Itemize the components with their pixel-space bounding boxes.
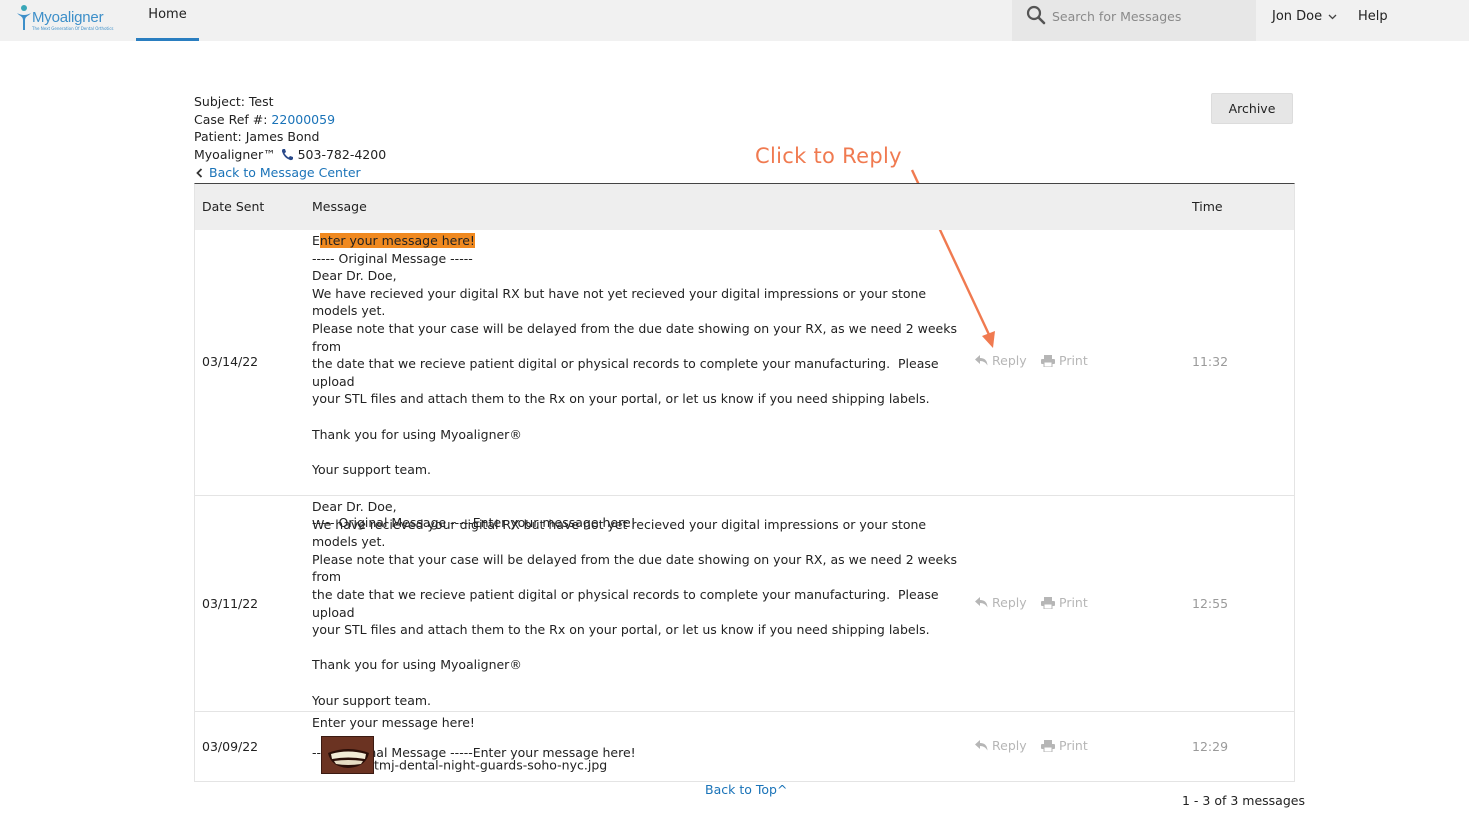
nav-tab-home-label: Home bbox=[148, 6, 187, 22]
print-button[interactable]: Print bbox=[1041, 353, 1088, 368]
reply-button[interactable]: Reply bbox=[975, 738, 1027, 753]
archive-button[interactable]: Archive bbox=[1211, 93, 1293, 124]
back-to-top-link[interactable]: Back to Top^ bbox=[705, 782, 787, 797]
row-time: 12:55 bbox=[1192, 596, 1229, 611]
table-row[interactable]: 03/14/22 Enter your message here! ----- … bbox=[195, 230, 1294, 530]
company-name: Myoaligner™ bbox=[194, 146, 276, 162]
chevron-left-icon bbox=[196, 167, 203, 178]
search-box bbox=[1012, 0, 1256, 41]
logo-wordmark: Myoaligner bbox=[32, 9, 104, 26]
row-date: 03/14/22 bbox=[202, 354, 259, 369]
search-input[interactable] bbox=[1052, 6, 1242, 26]
case-ref-line: Case Ref #: 22000059 bbox=[194, 111, 386, 129]
print-button[interactable]: Print bbox=[1041, 595, 1088, 610]
message-text: ----- Original Message ----- Dear Dr. Do… bbox=[312, 250, 957, 530]
reply-icon bbox=[975, 355, 988, 366]
help-link[interactable]: Help bbox=[1358, 9, 1388, 24]
attachment[interactable]: tmj-dental-night-guards-soho-nyc.jpg bbox=[312, 735, 962, 774]
user-menu[interactable]: Jon Doe bbox=[1272, 9, 1337, 24]
nav-tab-home[interactable]: Home bbox=[136, 0, 199, 41]
print-button[interactable]: Print bbox=[1041, 738, 1088, 753]
message-first-letter: E bbox=[312, 233, 320, 248]
pagination-summary: 1 - 3 of 3 messages bbox=[1182, 793, 1305, 808]
print-label: Print bbox=[1059, 353, 1088, 368]
smile-photo-icon bbox=[322, 736, 373, 773]
attachment-thumbnail[interactable] bbox=[321, 735, 374, 774]
table-row[interactable]: 03/11/22 Dear Dr. Doe, We have recieved … bbox=[195, 496, 1294, 760]
print-label: Print bbox=[1059, 738, 1088, 753]
case-ref-link[interactable]: 22000059 bbox=[271, 112, 335, 127]
phone-icon bbox=[281, 148, 293, 160]
company-phone-line: Myoaligner™ 503-782-4200 bbox=[194, 146, 386, 164]
chevron-down-icon bbox=[1328, 14, 1337, 19]
message-text: Enter your message here! bbox=[312, 715, 475, 730]
row-time: 11:32 bbox=[1192, 354, 1229, 369]
case-ref-label: Case Ref #: bbox=[194, 111, 272, 127]
row-date: 03/11/22 bbox=[202, 596, 259, 611]
patient-line: Patient: James Bond bbox=[194, 129, 320, 144]
reply-button[interactable]: Reply bbox=[975, 353, 1027, 368]
message-body: Enter your message here! ----- Original … bbox=[312, 232, 962, 531]
table-row[interactable]: 03/09/22 Enter your message here! tmj-de… bbox=[195, 712, 1294, 782]
subject-line: Subject: Test bbox=[194, 94, 274, 109]
search-icon[interactable] bbox=[1026, 5, 1046, 25]
table-header: Date Sent Message Time bbox=[195, 184, 1294, 230]
column-header-message: Message bbox=[312, 199, 367, 214]
row-date: 03/09/22 bbox=[202, 739, 259, 754]
reply-icon bbox=[975, 740, 988, 751]
row-message: Enter your message here! tmj-dental-nigh… bbox=[312, 714, 962, 774]
myoaligner-logo[interactable]: Myoaligner The Next Generation Of Dental… bbox=[16, 2, 114, 34]
print-icon bbox=[1041, 354, 1055, 367]
reply-label: Reply bbox=[992, 353, 1027, 368]
phone-number: 503-782-4200 bbox=[297, 146, 387, 162]
reply-icon bbox=[975, 597, 988, 608]
print-label: Print bbox=[1059, 595, 1088, 610]
reply-label: Reply bbox=[992, 738, 1027, 753]
highlighted-text: nter your message here! bbox=[319, 233, 475, 248]
user-name: Jon Doe bbox=[1272, 9, 1323, 24]
reply-button[interactable]: Reply bbox=[975, 595, 1027, 610]
messages-table: Date Sent Message Time 03/14/22 Enter yo… bbox=[194, 183, 1295, 782]
print-icon bbox=[1041, 739, 1055, 752]
reply-label: Reply bbox=[992, 595, 1027, 610]
row-message: Enter your message here! ----- Original … bbox=[312, 232, 962, 531]
message-info: Subject: Test Case Ref #: 22000059 Patie… bbox=[194, 93, 386, 163]
back-to-message-center-label: Back to Message Center bbox=[209, 165, 361, 180]
back-to-message-center-link[interactable]: Back to Message Center bbox=[196, 165, 361, 180]
top-navigation-bar: Myoaligner The Next Generation Of Dental… bbox=[0, 0, 1469, 41]
row-time: 12:29 bbox=[1192, 739, 1229, 754]
back-to-top-label: Back to Top bbox=[705, 782, 777, 797]
attachment-filename[interactable]: tmj-dental-night-guards-soho-nyc.jpg bbox=[374, 757, 607, 772]
column-header-date-sent: Date Sent bbox=[202, 199, 265, 214]
logo-tagline: The Next Generation Of Dental Orthotics bbox=[32, 26, 114, 31]
logo-figure-icon bbox=[17, 5, 31, 30]
click-to-reply-annotation: Click to Reply bbox=[755, 144, 902, 168]
caret-up-icon: ^ bbox=[776, 782, 788, 797]
column-header-time: Time bbox=[1192, 199, 1223, 214]
print-icon bbox=[1041, 596, 1055, 609]
